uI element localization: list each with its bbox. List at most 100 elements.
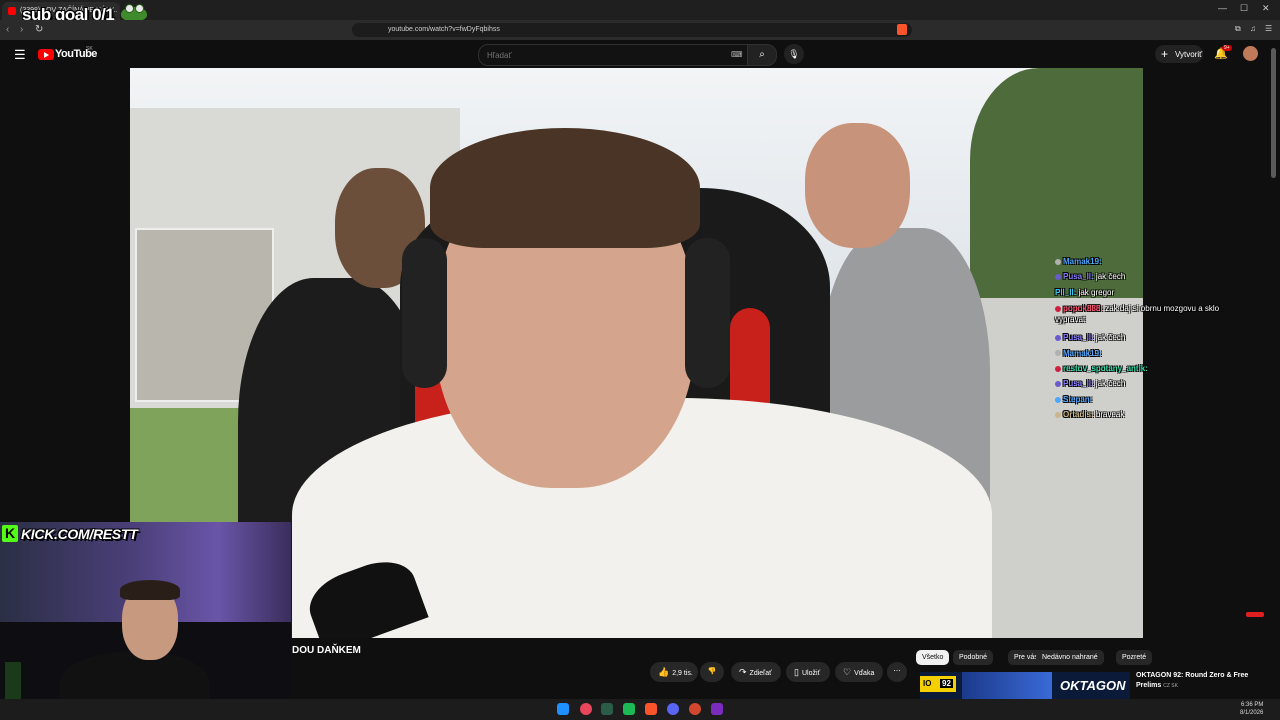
region-code: SK xyxy=(86,46,93,52)
video-title: DOU DAŇKEM xyxy=(292,645,361,656)
menu-icon[interactable]: ☰ xyxy=(1265,24,1272,33)
kick-banner: K KICK.COM/RESTT xyxy=(2,525,138,544)
facecam-overlay xyxy=(0,522,291,720)
minimize-icon[interactable]: — xyxy=(1218,3,1227,13)
chat-username: Pusa_Il: xyxy=(1063,333,1094,343)
recommended-thumbnail[interactable]: IO 92 OKTAGON xyxy=(920,672,1130,700)
extensions-icon[interactable]: ⧉ xyxy=(1235,24,1241,34)
chat-username: popok888: xyxy=(1063,304,1104,314)
chat-badge-icon xyxy=(1055,306,1061,313)
obs-icon[interactable] xyxy=(689,703,701,715)
chat-text: braveak xyxy=(1095,410,1125,420)
youtube-logo-icon[interactable] xyxy=(38,49,54,60)
search-input[interactable] xyxy=(485,50,719,61)
more-actions-button[interactable]: ⋯ xyxy=(887,662,907,682)
chat-text: jak čech xyxy=(1095,272,1126,282)
recommended-title-text: OKTAGON 92: Round Zero & Free Prelims xyxy=(1136,672,1249,689)
chat-message: popok888: zak daj si obrnu mozgovu a skl… xyxy=(1055,303,1225,329)
video-streamer-hair xyxy=(430,128,700,248)
share-button[interactable]: ↷ Zdieľať xyxy=(731,662,781,682)
thumbnail-art xyxy=(962,672,1052,700)
create-button[interactable]: + Vytvoriť xyxy=(1155,45,1203,63)
thanks-button[interactable]: ♡ Vďaka xyxy=(835,662,883,682)
chat-username: Mamak19: xyxy=(1063,348,1102,358)
share-icon: ↷ xyxy=(739,667,747,677)
share-label: Zdieľať xyxy=(749,670,772,677)
chat-text: jak gregor xyxy=(1078,287,1115,297)
close-window-icon[interactable]: ✕ xyxy=(1262,3,1270,14)
kick-logo-icon: K xyxy=(2,525,18,542)
search-button[interactable]: ⌕ xyxy=(747,44,777,66)
url-text: youtube.com/watch?v=fwDyFqbihss xyxy=(388,26,500,33)
chat-username: Pusa_Il: xyxy=(1063,379,1094,389)
chat-badge-icon xyxy=(1055,365,1061,372)
search-icon: ⌕ xyxy=(759,49,765,60)
avatar[interactable] xyxy=(1243,46,1258,61)
chip-related[interactable]: Podobné xyxy=(953,650,994,665)
recommended-title[interactable]: OKTAGON 92: Round Zero & Free Prelims CZ… xyxy=(1136,671,1256,691)
url-field[interactable]: youtube.com/watch?v=fwDyFqbihss xyxy=(352,23,912,37)
brave-icon[interactable] xyxy=(645,703,657,715)
thanks-label: Vďaka xyxy=(854,670,875,677)
pepe-frog-icon xyxy=(121,4,147,21)
back-icon[interactable]: ‹ xyxy=(6,24,9,35)
chip-recently-uploaded[interactable]: Nedávno nahrané xyxy=(1036,650,1104,665)
maximize-icon[interactable]: ☐ xyxy=(1240,3,1248,14)
voice-search-button[interactable]: 🎙 xyxy=(784,44,804,64)
chat-badge-icon xyxy=(1055,381,1061,388)
hamburger-menu-icon[interactable]: ☰ xyxy=(14,47,26,63)
chat-message: Mamak19: xyxy=(1055,349,1225,364)
plus-icon: + xyxy=(1161,47,1169,61)
taskbar-clock[interactable]: 6:36 PM 8/1/2026 xyxy=(1240,701,1263,717)
forward-icon[interactable]: › xyxy=(20,24,23,35)
chat-message: restov_spotany_antik: xyxy=(1055,364,1225,379)
like-count: 2,9 tis. xyxy=(672,670,693,677)
chat-text: jak čech xyxy=(1095,333,1126,343)
create-label: Vytvoriť xyxy=(1175,50,1203,59)
windows-start-icon[interactable] xyxy=(557,703,569,715)
youtube-favicon-icon xyxy=(8,7,16,15)
kick-url: KICK.COM/RESTT xyxy=(21,526,138,542)
chat-username: Ortadis: xyxy=(1063,410,1094,420)
chat-message: Mamak19: xyxy=(1055,257,1225,272)
chat-username: Pll_Il: xyxy=(1055,287,1077,297)
badge-io-icon: IO xyxy=(923,679,932,688)
red-indicator-icon xyxy=(1246,612,1264,617)
keyboard-icon[interactable]: ⌨ xyxy=(731,50,743,59)
dislike-button[interactable]: 👎 xyxy=(700,662,724,682)
chip-all[interactable]: Všetko xyxy=(916,650,950,665)
media-icon[interactable]: ♫ xyxy=(1250,24,1256,33)
recommended-suffix: CZ SK xyxy=(1163,683,1178,689)
chat-badge-icon xyxy=(1055,274,1061,281)
badge-number: 92 xyxy=(940,679,953,688)
chat-badge-icon xyxy=(1055,412,1061,419)
kick-app-icon[interactable] xyxy=(623,703,635,715)
brave-shield-icon[interactable] xyxy=(897,24,907,35)
facecam-person-hair xyxy=(120,580,180,600)
chat-text: jak čech xyxy=(1095,379,1126,389)
reload-icon[interactable]: ↻ xyxy=(35,24,43,35)
chat-username: restov_spotany_antik: xyxy=(1063,363,1148,373)
chat-message: Stepan: xyxy=(1055,395,1225,410)
facecam-light-icon xyxy=(5,662,21,702)
page-scrollbar[interactable] xyxy=(1271,48,1276,178)
save-icon: ▯ xyxy=(794,667,799,677)
thanks-icon: ♡ xyxy=(843,667,852,677)
windows-taskbar xyxy=(0,699,1280,720)
save-button[interactable]: ▯ Uložiť xyxy=(786,662,830,682)
xbox-icon[interactable] xyxy=(601,703,613,715)
chat-message: Pusa_Il: jak čech xyxy=(1055,272,1225,287)
headphone-right-icon xyxy=(685,238,730,388)
thumbs-up-icon: 👍 xyxy=(658,667,670,677)
chat-message: Pusa_Il: jak čech xyxy=(1055,379,1225,394)
like-button[interactable]: 👍 2,9 tis. xyxy=(650,662,698,682)
app-icon[interactable] xyxy=(711,703,723,715)
chat-username: Stepan: xyxy=(1063,394,1093,404)
mic-icon: 🎙 xyxy=(788,49,800,59)
search-box xyxy=(478,44,748,66)
clock-time: 6:36 PM xyxy=(1241,702,1264,708)
chip-watched[interactable]: Pozreté xyxy=(1116,650,1153,665)
pin-icon[interactable] xyxy=(580,703,592,715)
chat-username: Pusa_Il: xyxy=(1063,272,1094,282)
discord-icon[interactable] xyxy=(667,703,679,715)
